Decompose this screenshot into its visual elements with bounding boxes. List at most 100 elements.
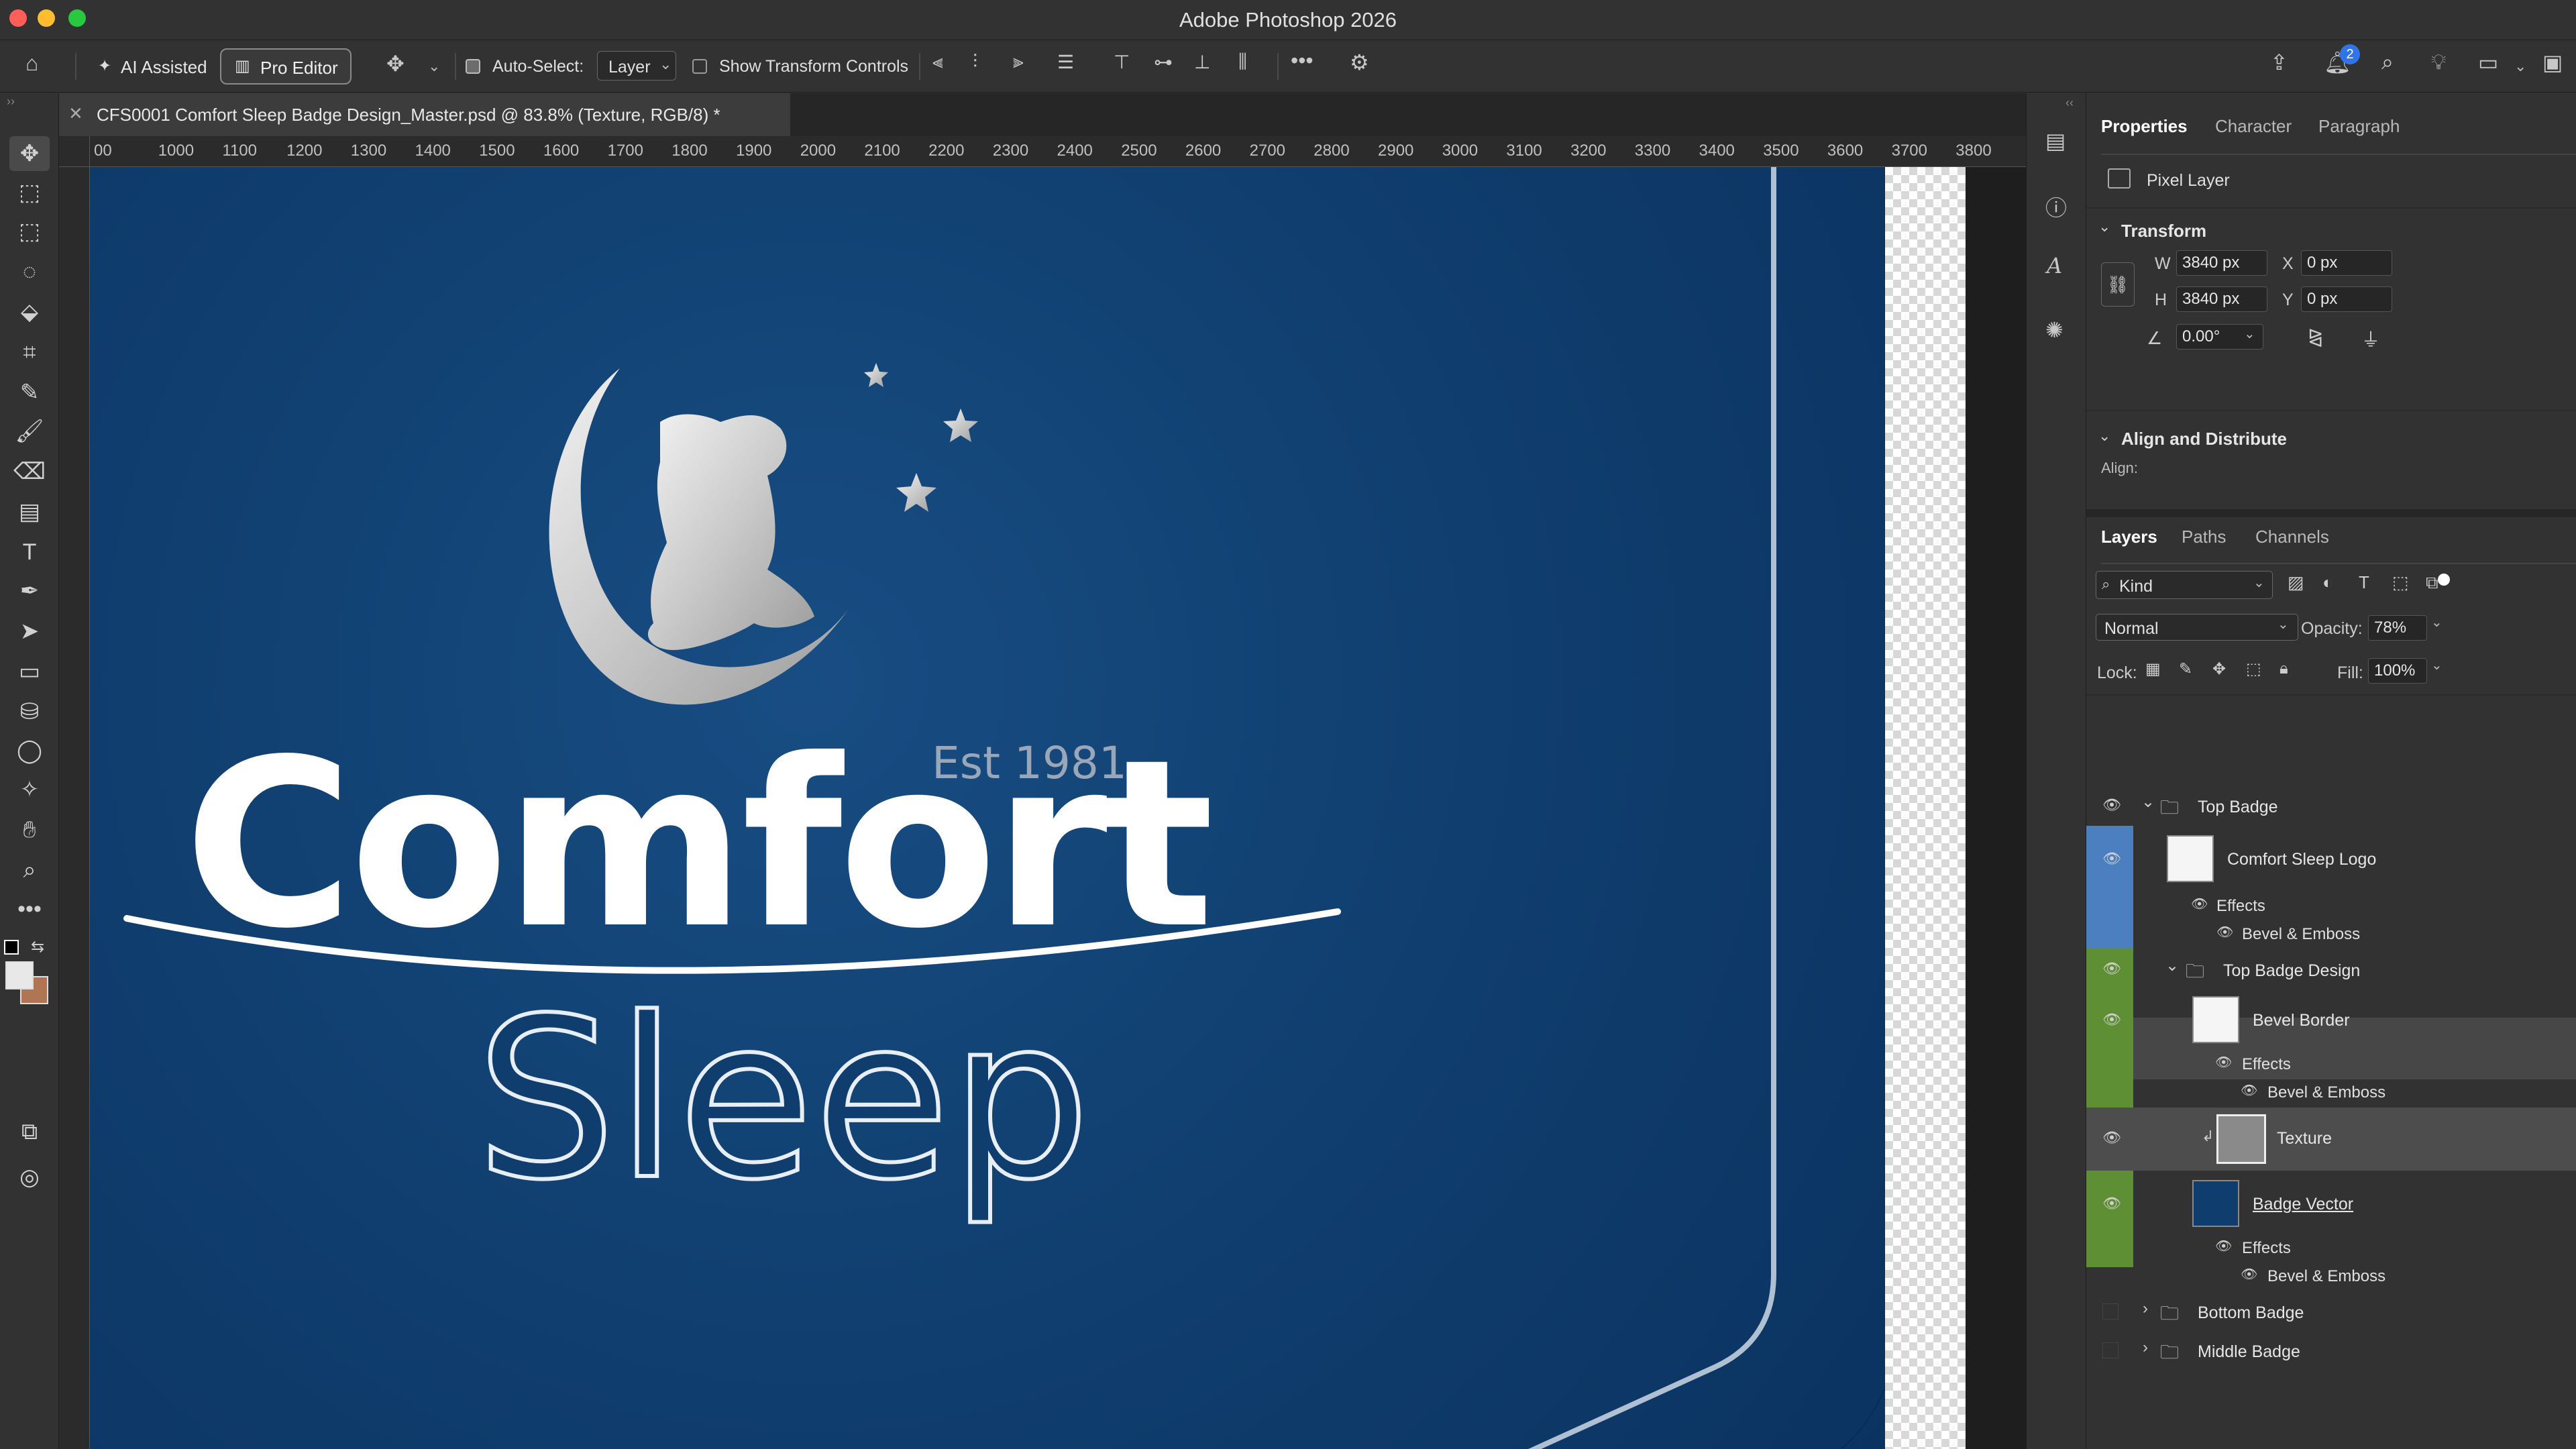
object-selection-tool-icon[interactable]: ⬙ <box>9 294 50 329</box>
filter-pixel-icon[interactable]: ▨ <box>2288 572 2304 593</box>
canvas-area[interactable]: Est 1981 Comfort Sleep <box>90 167 2026 1449</box>
filter-smart-object-icon[interactable]: ⧉ <box>2426 572 2438 594</box>
align-left-icon[interactable]: ⫷ <box>932 51 943 73</box>
badge-artwork[interactable]: Est 1981 Comfort Sleep <box>90 167 1885 1449</box>
eye-icon[interactable]: 👁︎ <box>2215 1238 2232 1254</box>
gradient-tool-icon[interactable]: ▤ <box>9 494 50 529</box>
layer-group-bottom-badge[interactable]: › 🗀 Bottom Badge <box>2086 1293 2576 1330</box>
default-colors-icon[interactable] <box>4 940 19 955</box>
info-panel-icon[interactable]: ⓘ <box>2045 191 2067 222</box>
blend-mode-dropdown[interactable]: Normal ⌄ <box>2096 614 2298 641</box>
height-field[interactable]: 3840 px <box>2176 286 2267 312</box>
swap-colors-icon[interactable]: ⇆ <box>31 937 44 957</box>
filter-adjustment-icon[interactable]: ◐ <box>2322 572 2333 593</box>
chevron-down-icon[interactable]: ⌄ <box>2431 614 2443 631</box>
custom-shape-tool-icon[interactable]: ✧ <box>9 772 50 807</box>
close-tab-icon[interactable]: ✕ <box>68 103 83 124</box>
tab-character[interactable]: Character <box>2215 116 2292 137</box>
lock-image-icon[interactable]: ✎ <box>2179 659 2192 679</box>
chevron-right-icon[interactable]: › <box>2143 1299 2148 1318</box>
share-icon[interactable]: ⇪ <box>2270 50 2288 75</box>
align-horizontal-center-icon[interactable]: ⫶ <box>973 51 977 73</box>
chevron-down-icon[interactable]: ⌄ <box>2165 956 2179 975</box>
eye-icon[interactable]: 👁︎ <box>2191 896 2208 912</box>
layer-group-top-badge-design[interactable]: 👁︎ ⌄ 🗀 Top Badge Design <box>2086 949 2576 989</box>
auto-select-checkbox[interactable] <box>466 59 480 74</box>
eye-icon[interactable]: 👁︎ <box>2102 1011 2121 1028</box>
lock-transparent-icon[interactable]: ▦ <box>2145 659 2161 679</box>
adjustments-panel-icon[interactable]: ✺ <box>2045 317 2063 343</box>
layer-texture[interactable]: 👁︎ ↲ Texture <box>2086 1108 2576 1171</box>
crop-tool-icon[interactable]: ⌗ <box>9 335 50 370</box>
layer-bevel-border[interactable]: 👁︎ Bevel Border <box>2086 989 2576 1051</box>
chevron-down-icon[interactable]: ⌄ <box>2141 792 2155 812</box>
collapse-panels-icon[interactable]: ‹‹ <box>2065 96 2074 110</box>
screen-mode-icon[interactable]: ⧉ <box>9 1114 50 1149</box>
lock-position-icon[interactable]: ✥ <box>2212 659 2226 679</box>
collapse-icon[interactable]: ›› <box>7 95 15 109</box>
eye-icon[interactable]: 👁︎ <box>2102 1195 2121 1212</box>
layer-effects-row[interactable]: 👁︎ Effects <box>2086 890 2576 920</box>
chevron-down-icon[interactable]: ⌄ <box>2514 58 2526 75</box>
foreground-color-swatch[interactable] <box>5 961 34 989</box>
auto-select-dropdown[interactable]: Layer ⌄ <box>597 51 676 80</box>
filter-type-icon[interactable]: T <box>2359 572 2369 593</box>
document-tab[interactable]: ✕ CFS0001 Comfort Sleep Badge Design_Mas… <box>59 93 790 136</box>
filter-shape-icon[interactable]: ⬚ <box>2392 572 2409 593</box>
marquee-tool-icon[interactable]: ⬚ <box>9 214 50 249</box>
workspace-icon[interactable]: ▭ <box>2478 50 2498 75</box>
tab-paragraph[interactable]: Paragraph <box>2318 116 2400 137</box>
horizontal-ruler[interactable]: 00 1000 1100 1200 1300 1400 1500 1600 1700 1800 19… <box>59 136 2026 167</box>
align-vertical-center-icon[interactable]: ⊶ <box>1154 51 1173 73</box>
eyedropper-tool-icon[interactable]: ✎ <box>9 375 50 410</box>
chevron-down-icon[interactable]: ⌄ <box>2098 218 2110 235</box>
layer-comfort-sleep-logo[interactable]: 👁︎ Comfort Sleep Logo <box>2086 828 2576 890</box>
eye-icon[interactable]: 👁︎ <box>2102 850 2121 867</box>
eye-icon[interactable]: 👁︎ <box>2102 796 2121 814</box>
filter-toggle[interactable] <box>2438 574 2450 586</box>
opacity-field[interactable]: 78% <box>2368 615 2427 641</box>
eye-icon[interactable]: 👁︎ <box>2215 1054 2232 1071</box>
layer-effect-bevel-row[interactable]: 👁︎ Bevel & Emboss <box>2086 1077 2576 1106</box>
visibility-toggle-off[interactable] <box>2102 1342 2118 1358</box>
ellipse-tool-icon[interactable]: ◯ <box>9 733 50 768</box>
align-right-icon[interactable]: ⫸ <box>1013 51 1024 73</box>
chevron-right-icon[interactable]: › <box>2143 1338 2148 1357</box>
glyphs-panel-icon[interactable]: A <box>2047 253 2062 278</box>
move-tool-icon[interactable]: ✥ <box>386 51 405 76</box>
lightbulb-icon[interactable]: 💡︎ <box>2431 50 2446 75</box>
link-icon[interactable]: ⛓ <box>2101 262 2135 307</box>
lasso-tool-icon[interactable]: ◌ <box>9 254 50 289</box>
paint-bucket-tool-icon[interactable]: ⛁ <box>9 694 50 729</box>
distribute-icon[interactable]: ☰ <box>1057 51 1074 73</box>
ai-assisted-button[interactable]: ✦ AI Assisted <box>86 48 213 85</box>
flip-vertical-icon[interactable]: ⏚ <box>2361 325 2380 352</box>
artboard-tool-icon[interactable]: ⬚ <box>9 175 50 210</box>
brush-tool-icon[interactable]: 🖌︎ <box>9 414 50 449</box>
tab-channels[interactable]: Channels <box>2255 527 2329 547</box>
tab-paths[interactable]: Paths <box>2182 527 2226 547</box>
eye-icon[interactable]: 👁︎ <box>2102 960 2121 977</box>
fill-field[interactable]: 100% <box>2368 658 2427 684</box>
type-tool-icon[interactable]: T <box>9 535 50 570</box>
ruler-origin[interactable] <box>59 136 90 167</box>
home-icon[interactable]: ⌂ <box>25 51 38 76</box>
layer-effects-row[interactable]: 👁︎ Effects <box>2086 1232 2576 1262</box>
chevron-down-icon[interactable]: ⌄ <box>2431 657 2443 674</box>
gear-icon[interactable]: ⚙ <box>1350 50 1369 75</box>
eye-icon[interactable]: 👁︎ <box>2241 1266 2257 1283</box>
hand-tool-icon[interactable]: ✋︎ <box>9 812 50 847</box>
layer-group-middle-badge[interactable]: › 🗀 Middle Badge <box>2086 1332 2576 1369</box>
vertical-ruler[interactable] <box>59 167 90 1449</box>
eye-icon[interactable]: 👁︎ <box>2102 1129 2121 1146</box>
move-tool-icon[interactable]: ✥ <box>9 136 50 171</box>
panel-toggle-icon[interactable]: ▣ <box>2542 50 2563 75</box>
rectangle-tool-icon[interactable]: ▭ <box>9 654 50 689</box>
more-tools-icon[interactable]: ••• <box>9 892 50 926</box>
lock-all-icon[interactable]: 🔒︎ <box>2279 659 2288 678</box>
pro-editor-button[interactable]: ▥ Pro Editor <box>220 48 352 85</box>
search-icon[interactable]: ⌕ <box>2381 50 2394 75</box>
align-bottom-icon[interactable]: ⊥ <box>1194 51 1210 73</box>
layer-effect-bevel-row[interactable]: 👁︎ Bevel & Emboss <box>2086 1260 2576 1290</box>
layer-badge-vector[interactable]: 👁︎ Badge Vector <box>2086 1173 2576 1235</box>
